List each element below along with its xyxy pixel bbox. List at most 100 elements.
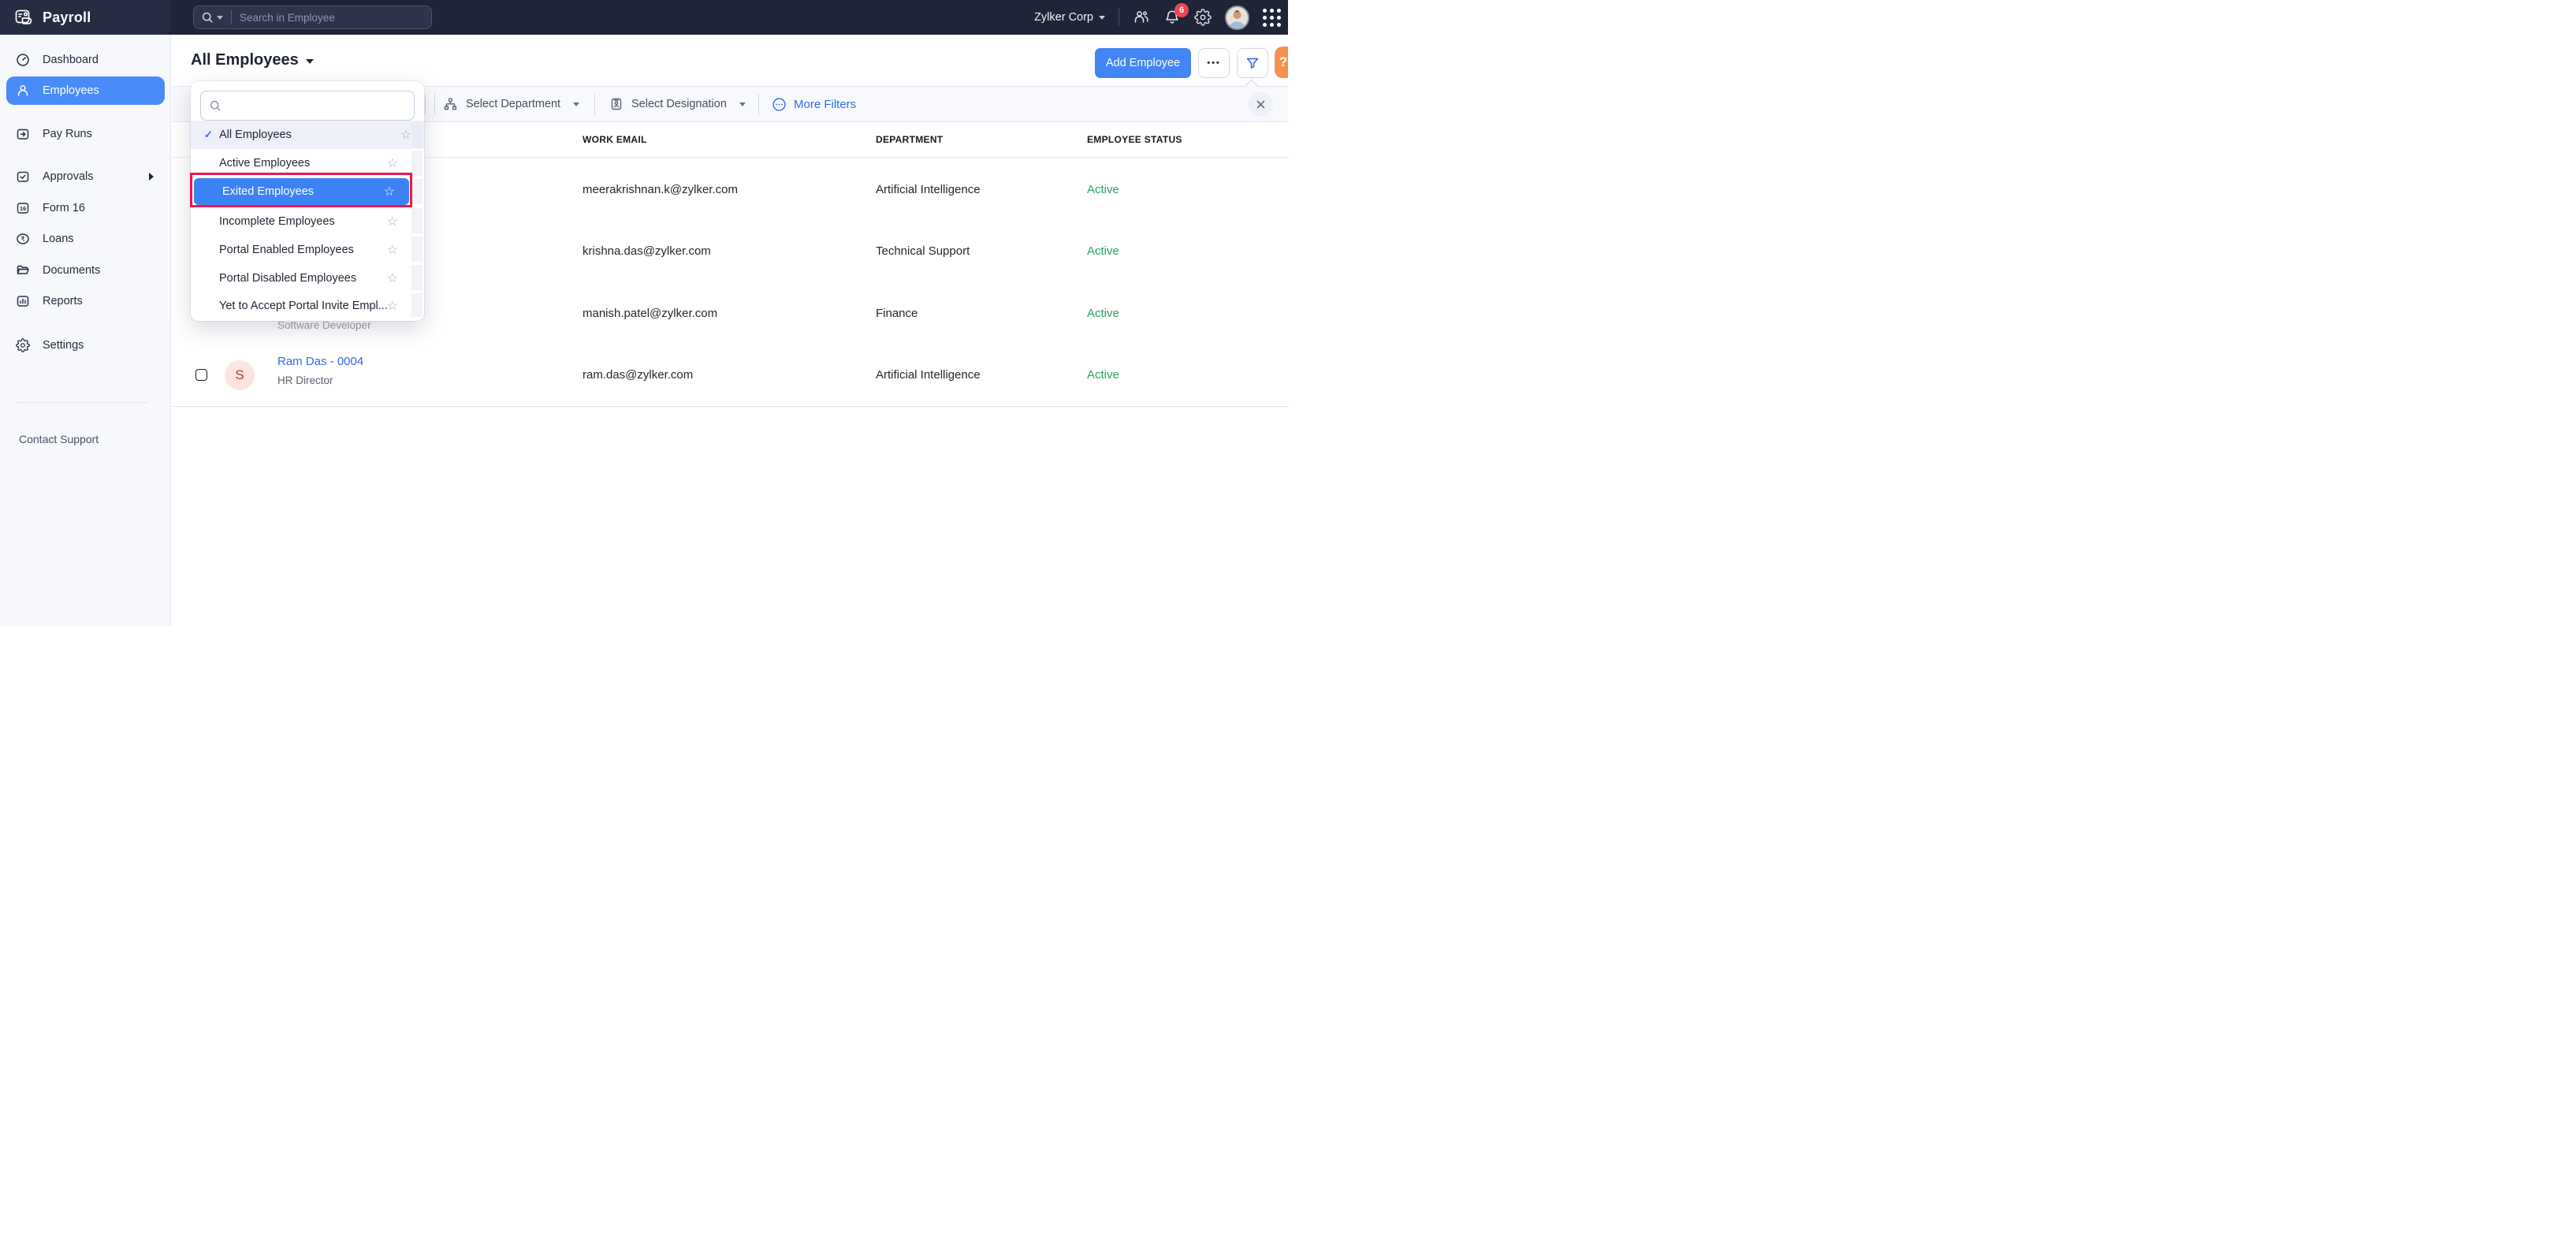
employees-icon [16, 84, 30, 98]
filter-divider [758, 94, 759, 115]
dropdown-scrollbar[interactable] [411, 179, 423, 204]
contact-support-link[interactable]: Contact Support [19, 433, 99, 445]
star-icon[interactable]: ☆ [387, 270, 398, 286]
org-name: Zylker Corp [1034, 11, 1093, 24]
more-actions-button[interactable]: ••• [1198, 48, 1230, 78]
employee-avatar: S [225, 360, 255, 390]
work-email-cell: krishna.das@zylker.com [583, 244, 711, 258]
views-search-box[interactable] [200, 91, 415, 121]
title-caret-icon [306, 59, 314, 64]
form-16-icon: 16 [16, 201, 30, 215]
brand-area: Payroll [0, 0, 171, 35]
filter-divider [594, 94, 595, 115]
org-switcher[interactable]: Zylker Corp [1034, 11, 1105, 24]
table-row[interactable]: S Ram Das - 0004 HR Director ram.das@zyl… [172, 345, 1288, 406]
dropdown-scrollbar[interactable] [411, 265, 423, 290]
chevron-right-icon [149, 173, 154, 181]
designation-cell: HR Director [277, 374, 333, 386]
approvals-icon [16, 170, 30, 184]
status-badge: Active [1087, 183, 1119, 196]
views-search-input[interactable] [228, 100, 401, 112]
settings-gear-icon [16, 338, 30, 352]
page-title: All Employees [191, 51, 299, 69]
close-filters-button[interactable] [1249, 92, 1273, 117]
sidebar-item-dashboard[interactable]: Dashboard [6, 46, 165, 74]
sidebar-item-settings[interactable]: Settings [6, 331, 165, 360]
status-badge: Active [1087, 244, 1119, 258]
top-bar: Payroll Zylker Corp [0, 0, 1288, 35]
svg-text:₹: ₹ [20, 235, 25, 243]
view-option-exited-employees[interactable]: Exited Employees ☆ [194, 178, 409, 205]
filter-divider [434, 94, 435, 115]
row-checkbox[interactable] [195, 369, 207, 381]
sidebar-item-form-16[interactable]: 16 Form 16 [6, 194, 165, 222]
star-icon[interactable]: ☆ [387, 155, 398, 171]
view-title-dropdown[interactable]: All Employees [191, 51, 314, 69]
department-cell: Artificial Intelligence [876, 368, 981, 382]
user-avatar[interactable] [1225, 6, 1249, 30]
designation-filter[interactable]: Select Designation [609, 87, 746, 121]
filter-toggle-button[interactable] [1237, 48, 1268, 78]
view-option-active-employees[interactable]: Active Employees ☆ [191, 149, 411, 177]
department-filter[interactable]: Select Department [443, 87, 579, 121]
sidebar-divider [16, 402, 148, 403]
table-bottom-border [172, 406, 1288, 407]
dropdown-scrollbar[interactable] [411, 293, 423, 317]
users-icon[interactable] [1133, 9, 1150, 26]
view-option-portal-disabled[interactable]: Portal Disabled Employees ☆ [191, 264, 411, 293]
ellipsis-icon: ••• [1207, 58, 1221, 68]
global-search[interactable] [193, 6, 432, 29]
notifications-bell-icon[interactable]: 6 [1163, 9, 1181, 26]
sidebar-item-reports[interactable]: Reports [6, 287, 165, 315]
star-icon[interactable]: ☆ [387, 298, 398, 314]
dropdown-scrollbar[interactable] [411, 208, 423, 233]
view-option-all-employees[interactable]: ✓ All Employees ☆ [191, 121, 424, 149]
topbar-right-cluster: Zylker Corp 6 [1034, 0, 1282, 35]
add-employee-button[interactable]: Add Employee [1095, 48, 1191, 78]
work-email-cell: manish.patel@zylker.com [583, 307, 717, 320]
sidebar-item-employees[interactable]: Employees [6, 76, 165, 105]
work-email-cell: meerakrishnan.k@zylker.com [583, 183, 738, 196]
more-filters-button[interactable]: More Filters [772, 87, 856, 121]
view-option-yet-to-accept[interactable]: Yet to Accept Portal Invite Empl... ☆ [191, 293, 411, 319]
sidebar-item-documents[interactable]: Documents [6, 256, 165, 285]
column-header-department: DEPARTMENT [876, 134, 943, 145]
designation-cell: Software Developer [277, 319, 371, 331]
sidebar-item-loans[interactable]: ₹ Loans [6, 225, 165, 253]
view-option-portal-enabled[interactable]: Portal Enabled Employees ☆ [191, 236, 411, 264]
dropdown-scrollbar[interactable] [411, 237, 423, 262]
sidebar-item-approvals[interactable]: Approvals [6, 162, 165, 191]
sidebar-item-pay-runs[interactable]: Pay Runs [6, 120, 165, 148]
employee-name-link[interactable]: Ram Das - 0004 [277, 355, 363, 368]
help-button[interactable]: ? [1275, 47, 1288, 78]
gear-icon[interactable] [1194, 9, 1212, 26]
status-badge: Active [1087, 368, 1119, 382]
designation-icon [609, 97, 624, 111]
search-scope-caret-icon[interactable] [217, 16, 223, 20]
star-icon[interactable]: ☆ [384, 184, 395, 199]
chevron-down-icon [739, 102, 746, 106]
svg-text:16: 16 [20, 205, 26, 212]
star-icon[interactable]: ☆ [387, 214, 398, 229]
chevron-down-icon [573, 102, 579, 106]
department-cell: Technical Support [876, 244, 970, 258]
dashboard-icon [16, 53, 30, 67]
column-header-work-email: WORK EMAIL [583, 134, 647, 145]
app-grid-icon[interactable] [1263, 8, 1282, 27]
star-icon[interactable]: ☆ [400, 127, 411, 143]
loans-icon: ₹ [16, 232, 30, 246]
views-list: ✓ All Employees ☆ Active Employees ☆ Exi… [191, 121, 424, 319]
column-header-employee-status: EMPLOYEE STATUS [1087, 134, 1182, 145]
dropdown-scrollbar[interactable] [411, 122, 423, 147]
search-input[interactable] [240, 12, 397, 24]
star-icon[interactable]: ☆ [387, 242, 398, 258]
sidebar: Dashboard Employees Pay Runs [0, 35, 171, 626]
search-icon[interactable] [202, 12, 214, 24]
notification-count-badge: 6 [1174, 3, 1189, 17]
dropdown-scrollbar[interactable] [411, 151, 423, 176]
department-cell: Artificial Intelligence [876, 183, 981, 196]
pay-runs-icon [16, 127, 30, 141]
search-icon [210, 100, 221, 112]
check-icon: ✓ [204, 129, 215, 141]
view-option-incomplete-employees[interactable]: Incomplete Employees ☆ [191, 207, 411, 236]
